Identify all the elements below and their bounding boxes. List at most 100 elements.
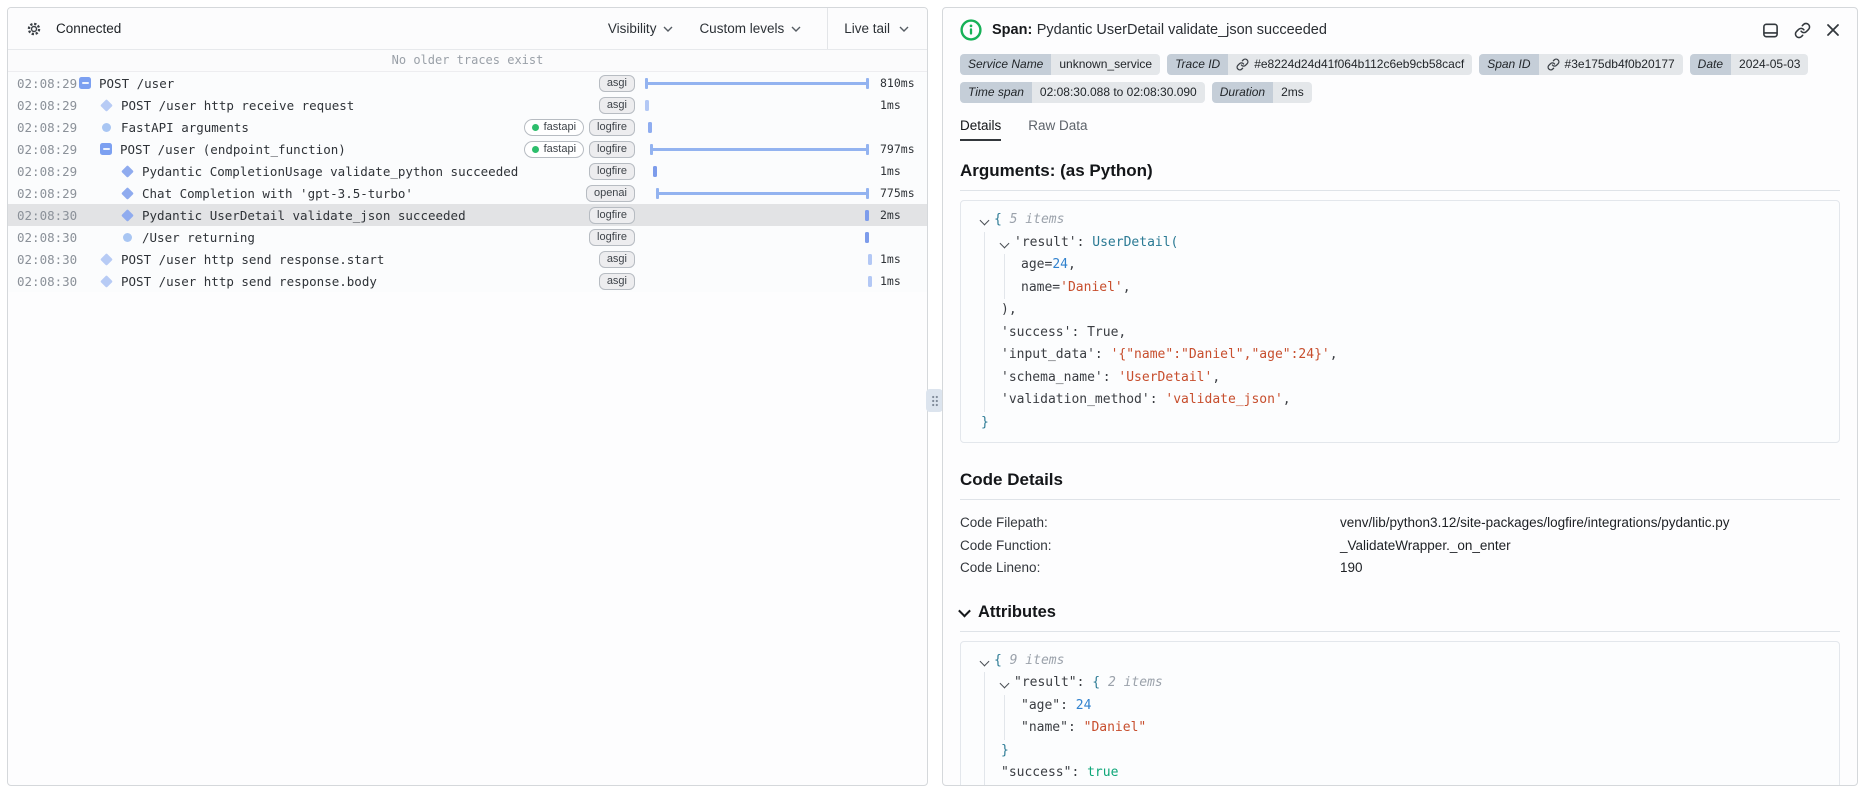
duration-tick	[648, 121, 653, 133]
indent-guide	[984, 321, 985, 344]
duration-tick	[652, 165, 657, 177]
arguments-line: 'input_data': '{"name":"Daniel","age":24…	[971, 344, 1829, 367]
duration-label: 775ms	[880, 186, 915, 200]
indent-guide	[1004, 254, 1005, 277]
tag-label: fastapi	[543, 143, 577, 155]
arguments-section-title: Arguments: (as Python)	[960, 161, 1153, 180]
indent-guide	[984, 299, 985, 322]
span-kind-label: Span:	[992, 22, 1033, 38]
instrumentation-tag: logfire	[589, 206, 635, 224]
code-token-key: 'schema_name'	[1001, 369, 1103, 385]
duration-label: 1ms	[880, 164, 901, 178]
instrumentation-tag: asgi	[598, 250, 635, 268]
instrumentation-tag: asgi	[598, 74, 635, 92]
span-label: POST /user (endpoint_function)	[120, 141, 346, 157]
code-token-key: "result"	[1014, 675, 1077, 690]
code-token-plain: ,	[1118, 324, 1127, 340]
code-token-plain: ,	[1329, 347, 1338, 362]
collapse-chevron-icon[interactable]	[979, 215, 990, 226]
live-tail-label: Live tail	[844, 21, 890, 36]
tag-list: logfire	[589, 228, 635, 246]
span-diamond-icon	[121, 208, 134, 222]
code-token-meta: 5 items	[1009, 212, 1065, 227]
tab-details[interactable]: Details	[960, 118, 1002, 141]
trace-row[interactable]: 02:08:30 POST /user http send response.bo…	[8, 270, 927, 292]
span-tree-cell: Pydantic CompletionUsage validate_python…	[79, 164, 581, 179]
badge-label: Time span	[960, 82, 1032, 103]
span-tree-cell: POST /user http send response.body	[79, 274, 591, 289]
indent-guide	[984, 344, 985, 367]
section-divider	[960, 630, 1840, 632]
badge-value[interactable]: #e8224d24d41f064b112c6eb9cb58cacf	[1228, 54, 1473, 75]
tag-list: asgi	[598, 74, 635, 92]
instrumentation-tag: logfire	[589, 162, 635, 180]
close-icon	[1827, 24, 1839, 36]
code-token-plain: ,	[1122, 279, 1131, 295]
attributes-section-toggle[interactable]: Attributes	[958, 602, 1840, 622]
span-diamond-icon	[121, 164, 134, 178]
code-token-plain: ,	[1212, 369, 1221, 385]
duration-tick	[864, 231, 869, 243]
span-label: POST /user http send response.body	[121, 273, 377, 289]
code-detail-value: _ValidateWrapper._on_enter	[1340, 537, 1511, 553]
attributes-line: "input_data": "{"name":"Daniel","age":24…	[971, 784, 1829, 785]
trace-row[interactable]: 02:08:30/User returning logfire	[8, 226, 927, 248]
trace-row[interactable]: 02:08:29 Pydantic CompletionUsage validat…	[8, 160, 927, 182]
dock-panel-button[interactable]	[1762, 22, 1779, 39]
code-detail-value: 190	[1340, 560, 1363, 575]
close-panel-button[interactable]	[1826, 23, 1840, 37]
chevron-down-icon	[899, 26, 909, 32]
visibility-menu[interactable]: Visibility	[608, 21, 674, 36]
trace-row[interactable]: 02:08:30 POST /user http send response.st…	[8, 248, 927, 270]
live-tail-select[interactable]: Live tail	[827, 8, 927, 49]
code-details-table: Code Filepath: venv/lib/python3.12/site-p…	[960, 512, 1840, 580]
row-timestamp: 02:08:29	[17, 119, 78, 135]
trace-row[interactable]: 02:08:29 FastAPI arguments fastapi logfire	[8, 116, 927, 138]
arguments-line: name='Daniel',	[971, 276, 1829, 299]
duration-bar	[645, 77, 869, 89]
code-token-brace: {	[1092, 675, 1108, 690]
attributes-section-title: Attributes	[978, 602, 1056, 621]
code-token-brace: }	[1001, 742, 1009, 758]
chevron-down-icon	[663, 26, 673, 32]
span-label: Pydantic CompletionUsage validate_python…	[142, 163, 519, 179]
custom-levels-menu[interactable]: Custom levels	[699, 21, 801, 36]
panel-resize-handle[interactable]	[926, 389, 943, 412]
indent-guide	[984, 694, 985, 717]
settings-button[interactable]	[21, 16, 47, 42]
duration-label: 797ms	[880, 142, 915, 156]
span-label: POST /user http send response.start	[121, 251, 385, 267]
copy-link-button[interactable]	[1794, 22, 1811, 39]
trace-row[interactable]: 02:08:29 POST /user asgi 810ms	[8, 72, 927, 94]
span-label: /User returning	[142, 229, 255, 245]
arguments-line: { 5 items	[971, 209, 1829, 232]
code-token-key: 'input_data'	[1001, 347, 1095, 362]
metadata-badge-time-span: Time span 02:08:30.088 to 02:08:30.090	[960, 82, 1205, 103]
collapse-chevron-icon[interactable]	[979, 656, 990, 666]
section-divider	[960, 190, 1840, 191]
collapse-toggle-icon[interactable]	[100, 143, 112, 155]
trace-row[interactable]: 02:08:29 POST /user http receive request a…	[8, 94, 927, 116]
badge-value-text: 2ms	[1281, 85, 1304, 99]
span-tree-cell: POST /user	[79, 76, 591, 91]
code-token-str: '{"name":"Daniel","age":24}'	[1110, 347, 1330, 362]
green-dot-icon	[531, 123, 539, 131]
log-circle-icon	[123, 232, 132, 242]
arguments-line: 'schema_name': 'UserDetail',	[971, 366, 1829, 389]
badge-value[interactable]: #3e175db4f0b20177	[1538, 54, 1683, 75]
collapse-chevron-icon[interactable]	[999, 678, 1010, 689]
green-dot-icon	[531, 145, 539, 153]
trace-row[interactable]: 02:08:29 Chat Completion with 'gpt-3.5-tu…	[8, 182, 927, 204]
visibility-menu-label: Visibility	[607, 21, 657, 36]
trace-row[interactable]: 02:08:30 Pydantic UserDetail validate_jso…	[8, 204, 927, 226]
duration-bar-area	[645, 182, 871, 204]
collapse-chevron-icon[interactable]	[999, 238, 1010, 248]
collapse-toggle-icon[interactable]	[79, 77, 91, 89]
trace-row[interactable]: 02:08:29 POST /user (endpoint_function) fa…	[8, 138, 927, 160]
instrumentation-tag: asgi	[598, 272, 635, 290]
indent-guide	[984, 762, 985, 785]
code-token-num: 24	[1075, 697, 1092, 713]
tab-raw-data[interactable]: Raw Data	[1028, 118, 1087, 141]
code-details-section-title: Code Details	[960, 470, 1063, 489]
tag-label: asgi	[606, 77, 627, 89]
